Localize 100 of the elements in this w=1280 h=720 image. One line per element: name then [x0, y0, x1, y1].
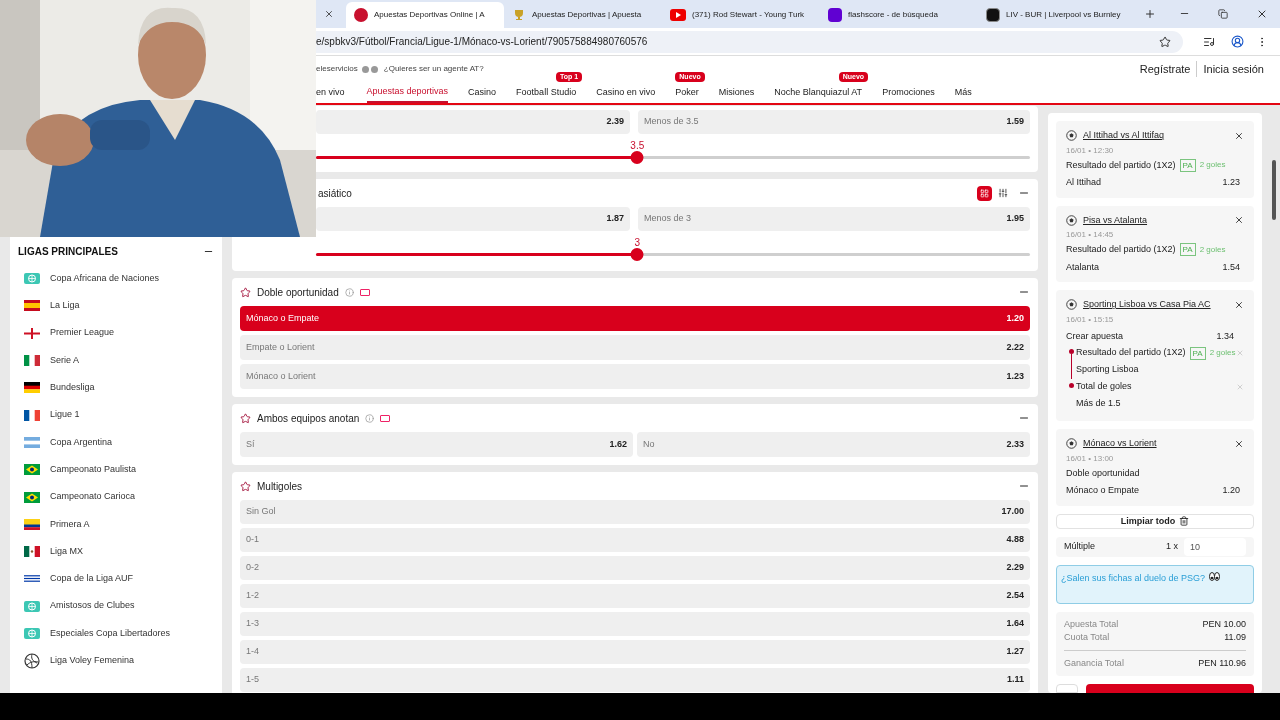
league-item[interactable]: Liga Voley Femenina — [18, 647, 214, 675]
nav-tab[interactable]: Misiones — [718, 82, 755, 103]
nav-tab[interactable]: Apuestas deportivas — [366, 82, 449, 103]
odds-button[interactable]: 2.39 — [316, 110, 630, 134]
odds-button[interactable]: Sin Gol 17.00 — [240, 500, 1030, 524]
league-item[interactable]: Campeonato Carioca — [18, 483, 214, 511]
flag-icon — [24, 518, 40, 530]
slider-thumb[interactable] — [630, 248, 644, 261]
nav-tab[interactable]: Football Studio — [516, 82, 577, 103]
close-icon[interactable] — [1234, 215, 1244, 226]
odds-button[interactable]: Sí 1.62 — [240, 432, 633, 457]
nav-tab[interactable]: en vivo — [316, 82, 345, 103]
pick-odds: 1.54 — [1222, 260, 1241, 274]
slider-track[interactable] — [316, 156, 1030, 159]
league-item[interactable]: Liga MX — [18, 537, 214, 566]
top-link[interactable]: ¿Quieres ser un agente AT? — [383, 63, 484, 75]
grid-view-button[interactable] — [977, 185, 992, 201]
auth-link[interactable]: Regístrate — [1133, 60, 1197, 78]
close-window-icon[interactable] — [1256, 8, 1268, 20]
odds-button[interactable]: 1-5 1.11 — [240, 668, 1030, 692]
leg-pick: Más de 1.5 — [1076, 397, 1122, 410]
scrollbar-thumb[interactable] — [1272, 160, 1276, 220]
odds-button[interactable]: 1-2 2.54 — [240, 584, 1030, 608]
league-item[interactable]: Campeonato Paulista — [18, 456, 214, 484]
league-item[interactable]: Bundesliga — [18, 374, 214, 402]
clear-all-button[interactable]: Limpiar todo — [1056, 513, 1254, 530]
league-item[interactable]: Premier League — [18, 319, 214, 347]
multiplier: 1 x — [1166, 540, 1178, 554]
flag-icon — [24, 491, 40, 503]
favorite-star-icon[interactable] — [240, 480, 251, 492]
tag-note: 2 goles — [1199, 159, 1226, 172]
browser-tab[interactable]: (371) Rod Stewart - Young Turk — [662, 2, 820, 28]
sliders-icon[interactable] — [998, 188, 1008, 198]
flag-icon — [24, 464, 40, 476]
odds-button[interactable]: 0-2 2.29 — [240, 556, 1030, 580]
league-item[interactable]: Amistosos de Clubes — [18, 592, 214, 620]
match-link[interactable]: Pisa vs Atalanta — [1083, 213, 1148, 227]
auth-link[interactable]: Inicia sesión — [1196, 60, 1270, 78]
odds-button[interactable]: 1.87 — [316, 207, 630, 231]
league-item[interactable]: Copa Africana de Naciones — [18, 265, 214, 293]
address-bar[interactable]: e/spbkv3/Fútbol/Francia/Ligue-1/Mónaco-vs-Lorient/790575884980760576 — [316, 30, 1183, 53]
odds-button[interactable]: 0-1 4.88 — [240, 528, 1030, 552]
bookmark-icon[interactable] — [1159, 35, 1171, 48]
odds-button[interactable]: Empate o Lorient 2.22 — [240, 335, 1030, 360]
new-tab-icon[interactable] — [1144, 8, 1156, 20]
odds-button[interactable]: 1-4 1.27 — [240, 640, 1030, 664]
eyes-icon — [1209, 572, 1221, 582]
restore-icon[interactable] — [1218, 9, 1228, 19]
league-item[interactable]: Copa Argentina — [18, 428, 214, 457]
media-icon[interactable] — [1203, 35, 1215, 48]
nav-tab[interactable]: Más — [954, 82, 972, 103]
match-link[interactable]: Mónaco vs Lorient — [1083, 437, 1157, 451]
slider-thumb[interactable] — [630, 151, 644, 164]
site-logo-icon — [354, 8, 368, 22]
search-engine-icon — [828, 8, 842, 22]
close-icon[interactable] — [1234, 130, 1244, 141]
flag-icon — [24, 327, 40, 339]
browser-tab[interactable]: flashscore - de búsqueda — [820, 2, 978, 28]
nav-tab[interactable]: Casino en vivo — [596, 82, 656, 103]
close-icon[interactable] — [1234, 299, 1244, 310]
flag-icon — [24, 355, 40, 367]
market-title: asiático — [318, 186, 352, 201]
league-item[interactable]: Serie A — [18, 346, 214, 375]
globe-icon — [24, 273, 40, 285]
bet-datetime: 16/01 • 14:45 — [1066, 229, 1115, 241]
nav-tab[interactable]: Promociones — [882, 82, 935, 103]
match-link[interactable]: Sporting Lisboa vs Casa Pia AC — [1083, 298, 1211, 312]
close-tab-icon[interactable] — [324, 9, 334, 19]
slider-value: 3.5 — [630, 140, 645, 152]
league-item[interactable]: Ligue 1 — [18, 401, 214, 429]
total-label: Ganancia Total — [1064, 657, 1124, 671]
nav-tab[interactable]: Poker — [675, 82, 699, 103]
profile-icon[interactable] — [1231, 35, 1244, 48]
league-item[interactable]: Copa de la Liga AUF — [18, 565, 214, 593]
slider-track[interactable] — [316, 253, 1030, 256]
odds-button[interactable]: Mónaco o Lorient 1.23 — [240, 364, 1030, 389]
odds-button[interactable]: Mónaco o Empate 1.20 — [240, 306, 1030, 331]
browser-tab[interactable]: Apuestas Deportivas | Apuesta — [504, 2, 662, 28]
match-link[interactable]: Al Ittihad vs Al Ittifaq — [1083, 129, 1165, 143]
nav-tab[interactable]: Casino — [468, 82, 497, 103]
market-name: Doble oportunidad — [1066, 466, 1140, 480]
browser-tab[interactable]: Apuestas Deportivas Online | A — [346, 2, 504, 28]
total-value: PEN 10.00 — [1202, 618, 1246, 632]
odds-button[interactable]: 1-3 1.64 — [240, 612, 1030, 636]
league-item[interactable]: Especiales Copa Libertadores — [18, 619, 214, 648]
pick-name: Atalanta — [1066, 260, 1100, 274]
close-icon[interactable] — [1234, 438, 1244, 449]
odds-button[interactable]: Menos de 3.5 1.59 — [638, 110, 1030, 134]
league-item[interactable]: La Liga — [18, 292, 214, 320]
stake-field[interactable]: 10 — [1184, 538, 1246, 557]
top-link[interactable]: eleservicios — [316, 63, 358, 75]
favorite-star-icon[interactable] — [240, 286, 251, 298]
favorite-star-icon[interactable] — [240, 412, 251, 424]
odds-button[interactable]: No 2.33 — [637, 432, 1030, 457]
league-item[interactable]: Primera A — [18, 510, 214, 538]
tag-label: PA — [1179, 158, 1196, 172]
nav-tab[interactable]: Noche Blanquiazul AT — [774, 82, 863, 103]
odds-button[interactable]: Menos de 3 1.95 — [638, 207, 1030, 231]
leg-pick: Sporting Lisboa — [1076, 363, 1140, 376]
browser-tab[interactable]: LIV - BUR | Liverpool vs Burnley — [978, 2, 1136, 28]
